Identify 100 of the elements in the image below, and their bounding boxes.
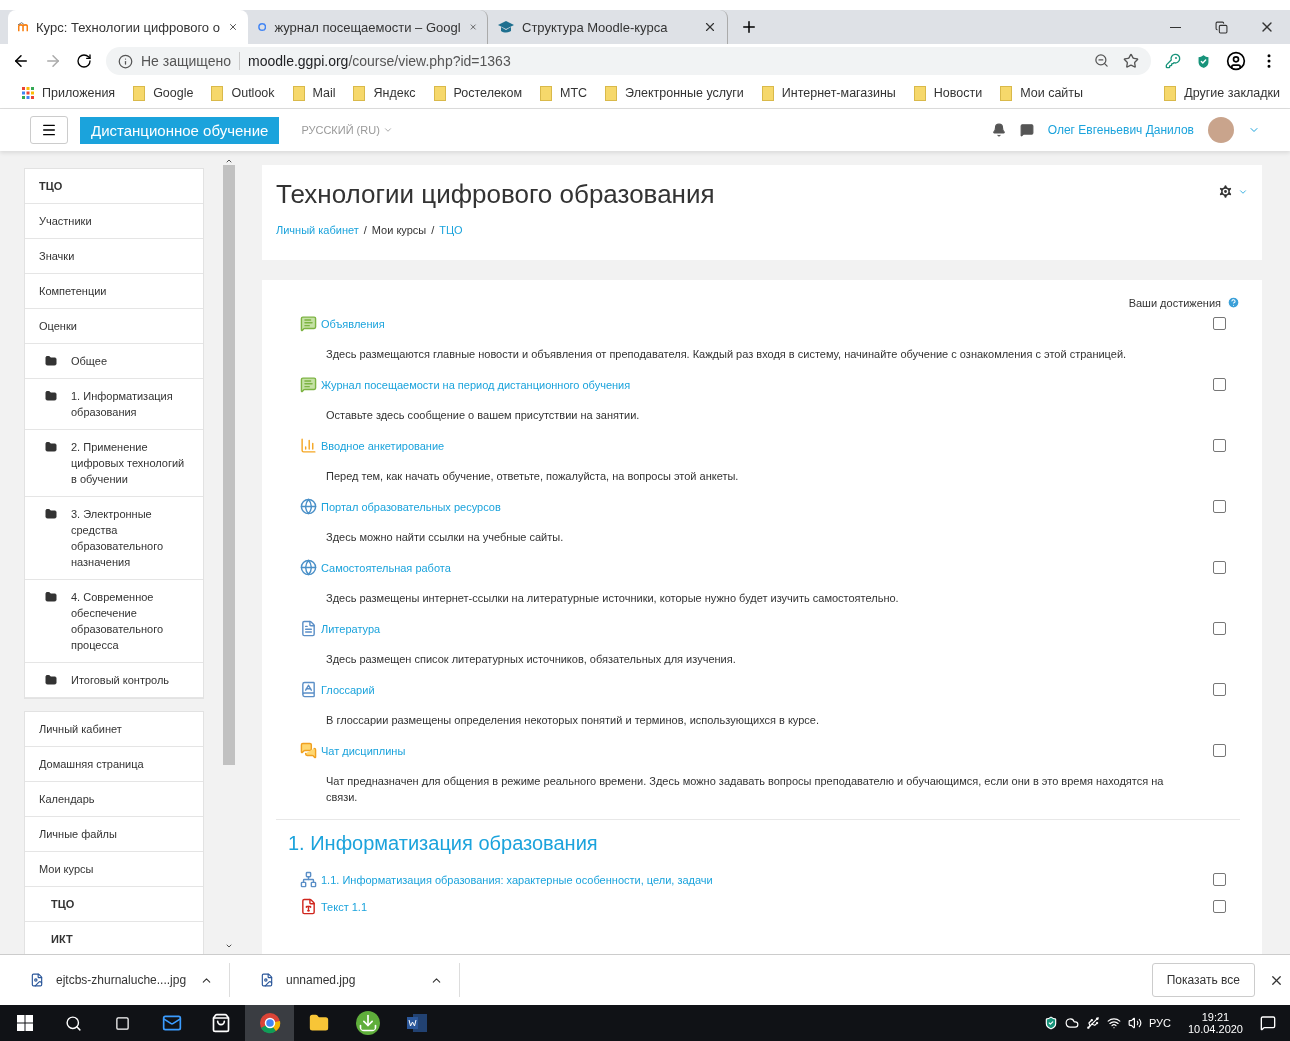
close-icon[interactable] <box>703 20 717 34</box>
cloud-icon[interactable] <box>1064 1016 1079 1030</box>
activity-description: Здесь размещены интернет-ссылки на литературные источники, которые нужно будет изучить самостоятельно. <box>325 591 900 606</box>
breadcrumb-separator: / <box>431 224 435 236</box>
globe-icon <box>300 559 317 576</box>
language-indicator[interactable]: РУС <box>1148 1017 1171 1029</box>
completion-checkbox[interactable] <box>1213 900 1226 913</box>
bookmark-folder[interactable]: Интернет-магазины <box>761 85 896 101</box>
bookmark-folder[interactable]: Ростелеком <box>433 85 523 101</box>
speech-bubble-icon <box>300 315 317 332</box>
sidebar-item[interactable]: Календарь <box>25 782 203 817</box>
sidebar-item[interactable]: Участники <box>25 204 203 239</box>
settings-menu[interactable] <box>1217 183 1248 200</box>
torrent-icon <box>355 1011 380 1035</box>
completion-checkbox[interactable] <box>1213 439 1226 452</box>
bookmark-folder[interactable]: Новости <box>913 85 983 101</box>
activity-description: Здесь размещен список литературных источников, обязательных для изучения. <box>325 652 737 667</box>
course-title: Технологии цифрового образования <box>276 179 715 210</box>
completion-checkbox[interactable] <box>1213 683 1226 696</box>
network-icon[interactable] <box>1106 1016 1121 1030</box>
completion-checkbox[interactable] <box>1213 500 1226 513</box>
windows-logo-icon <box>16 1015 33 1031</box>
sidebar-item[interactable]: Общее <box>25 344 203 379</box>
scroll-up-icon[interactable] <box>225 157 233 165</box>
browser-tab[interactable]: Структура Moodle-курса <box>488 10 728 44</box>
sidebar-item[interactable]: Итоговый контроль <box>25 663 203 698</box>
taskbar-app[interactable] <box>245 1005 294 1041</box>
key-icon[interactable] <box>1165 53 1181 69</box>
show-all-button[interactable]: Показать все <box>1151 963 1255 997</box>
profile-icon[interactable] <box>1226 51 1246 71</box>
sidebar-item[interactable]: Компетенции <box>25 274 203 309</box>
menu-button[interactable] <box>30 116 68 144</box>
folder-icon <box>45 591 57 603</box>
globe-icon <box>300 498 317 515</box>
bookmark-folder[interactable]: Outlook <box>211 85 275 101</box>
sidebar-item[interactable]: 4. Современное обеспечение образовательного процесса <box>25 580 203 663</box>
download-item[interactable]: ejtcbs-zhurnaluche....jpg <box>0 963 230 997</box>
url-text: moodle.ggpi.org/course/view.php?id=1363 <box>248 53 511 69</box>
bookmark-folder[interactable]: МТС <box>540 85 588 101</box>
sidebar-item[interactable]: 2. Применение цифровых технологий в обучении <box>25 430 203 497</box>
sidebar-item[interactable]: Значки <box>25 239 203 274</box>
shopping-bag-icon <box>210 1013 231 1033</box>
sidebar-item[interactable]: ТЦО <box>25 887 203 922</box>
sidebar-item[interactable]: 3. Электронные средства образовательного назначения <box>25 497 203 580</box>
g-logo-icon <box>258 20 267 34</box>
download-item[interactable]: unnamed.jpg <box>230 963 460 997</box>
folder-icon <box>45 355 57 367</box>
section-title: 1. Информатизация образования <box>276 819 1240 871</box>
browser-tab[interactable]: Курс: Технологии цифрового о <box>8 10 248 44</box>
sidebar-item[interactable]: Оценки <box>25 309 203 344</box>
completion-checkbox[interactable] <box>1213 561 1226 574</box>
info-icon[interactable] <box>118 53 133 69</box>
address-field[interactable]: Не защищено moodle.ggpi.org/course/view.php?id=1363 <box>106 47 1151 75</box>
zoom-icon[interactable] <box>1094 53 1109 68</box>
apps-bookmark[interactable]: Приложения <box>22 86 116 100</box>
mail-icon <box>161 1013 182 1033</box>
bookmark-folder[interactable]: Google <box>133 85 194 101</box>
completion-checkbox[interactable] <box>1213 744 1226 757</box>
back-icon[interactable] <box>12 52 30 70</box>
sidebar-item[interactable]: 1. Информатизация образования <box>25 379 203 430</box>
speaker-icon[interactable] <box>1127 1016 1142 1030</box>
new-tab-icon[interactable] <box>740 18 758 36</box>
completion-checkbox[interactable] <box>1213 622 1226 635</box>
sidebar-item[interactable]: Личный кабинет <box>25 712 203 747</box>
reload-icon[interactable] <box>76 53 92 69</box>
completion-checkbox[interactable] <box>1213 378 1226 391</box>
completion-checkbox[interactable] <box>1213 873 1226 886</box>
scroll-down-icon[interactable] <box>225 942 233 950</box>
security-label: Не защищено <box>141 53 231 69</box>
sidebar-item[interactable]: Мои курсы <box>25 852 203 887</box>
sidebar-item[interactable]: ТЦО <box>25 169 203 204</box>
folder-icon <box>45 441 57 453</box>
restore-icon <box>1214 20 1228 34</box>
message-icon[interactable] <box>1019 123 1034 137</box>
sidebar-item[interactable]: Личные файлы <box>25 817 203 852</box>
clock[interactable]: 19:21 10.04.2020 <box>1187 1011 1243 1035</box>
bookmark-folder[interactable]: Яндекс <box>353 85 416 101</box>
moodle-logo-icon <box>18 21 29 33</box>
bookmark-folder[interactable]: Электронные услуги <box>605 85 744 101</box>
folder-icon <box>45 674 57 686</box>
notifications-icon[interactable] <box>1260 1015 1276 1031</box>
avatar-placeholder <box>1208 117 1234 143</box>
bookmark-folder[interactable]: Другие закладки <box>1164 85 1280 101</box>
glossary-icon <box>300 681 317 698</box>
activity-description: Чат предназначен для общения в режиме реального времени. Здесь можно задавать вопросы преподавателю и обучающимся, если они в это время находятся на связи. <box>325 774 1165 805</box>
browser-tab[interactable]: журнал посещаемости – Googl <box>248 10 488 44</box>
usb-icon[interactable] <box>1085 1016 1100 1030</box>
activity-description: В глоссарии размещены определения некоторых понятий и терминов, использующихся в курсе. <box>325 713 821 728</box>
completion-checkbox[interactable] <box>1213 317 1226 330</box>
bookmark-folder[interactable]: Mail <box>292 85 336 101</box>
bell-icon[interactable] <box>991 123 1006 137</box>
bookmark-folder[interactable]: Мои сайты <box>1000 85 1084 101</box>
breadcrumb-link[interactable]: Мои курсы <box>371 224 427 236</box>
bar-chart-icon <box>300 437 317 454</box>
shield-icon[interactable] <box>1043 1016 1058 1030</box>
bookmark-star-icon[interactable] <box>1123 53 1139 69</box>
help-icon[interactable] <box>1227 296 1240 309</box>
word-logo-icon <box>406 1014 427 1032</box>
activity-description: Здесь можно найти ссылки на учебные сайты. <box>325 530 565 545</box>
sidebar-item[interactable]: Домашняя страница <box>25 747 203 782</box>
